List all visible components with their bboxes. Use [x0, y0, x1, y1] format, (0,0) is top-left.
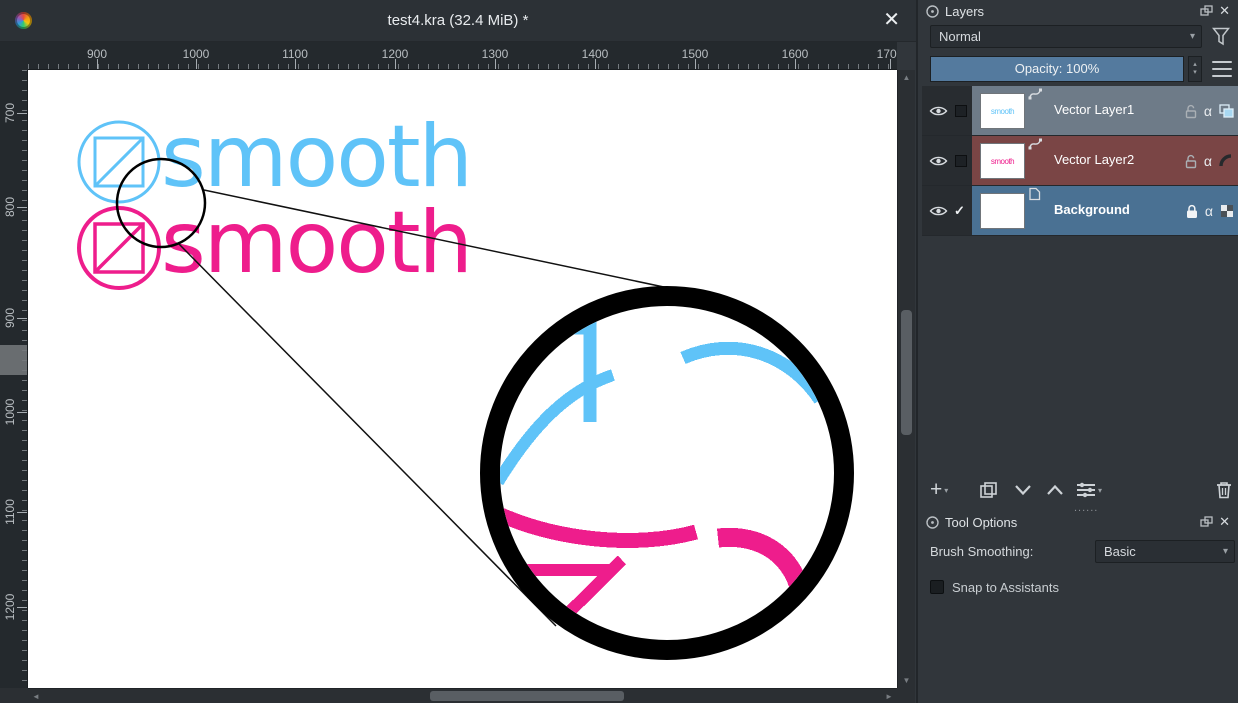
window-title: test4.kra (32.4 MiB) *: [0, 0, 916, 42]
blend-mode-value: Normal: [939, 29, 981, 44]
canvas-area[interactable]: smooth smooth: [28, 70, 897, 688]
layer-row-body[interactable]: Background α: [972, 186, 1238, 235]
vertical-ruler: 700 800 900 1000 1100 1200: [0, 70, 28, 688]
scrollbar-corner: [897, 688, 915, 703]
krita-window: test4.kra (32.4 MiB) * ✕ 900 1000 1100 1…: [0, 0, 1238, 703]
chevron-down-icon: ▾: [944, 486, 948, 495]
layers-docker-title: Layers: [945, 4, 984, 19]
layer-name: Vector Layer2: [1054, 152, 1134, 167]
alpha-lock-icon[interactable]: α: [1204, 103, 1212, 119]
layer-row-vector-layer2[interactable]: smooth Vector Layer2 α: [922, 136, 1238, 186]
move-layer-down-button[interactable]: [1014, 478, 1032, 502]
layer-selected-check-icon[interactable]: ✓: [954, 203, 965, 219]
visibility-eye-icon[interactable]: [929, 105, 948, 117]
close-docker-icon[interactable]: ✕: [1219, 3, 1230, 19]
visibility-eye-icon[interactable]: [929, 205, 948, 217]
layer-row-background[interactable]: ✓ Background α: [922, 186, 1238, 236]
onion-skin-icon[interactable]: [1219, 154, 1234, 168]
layer-list: smooth Vector Layer1 α: [922, 86, 1238, 236]
pink-smooth-text: smooth: [161, 193, 471, 293]
chevron-down-icon: ▾: [1098, 486, 1102, 495]
titlebar: test4.kra (32.4 MiB) * ✕: [0, 0, 916, 42]
opacity-slider[interactable]: Opacity: 100%: [930, 56, 1184, 82]
layer-name: Vector Layer1: [1054, 102, 1134, 117]
spin-up-icon[interactable]: ▴: [1193, 61, 1197, 69]
layer-thumbnail: smooth: [980, 143, 1025, 179]
unlocked-icon[interactable]: [1185, 154, 1197, 169]
add-layer-button[interactable]: + ▾: [930, 478, 948, 502]
canvas-horizontal-scrollbar[interactable]: ◄ ►: [28, 688, 897, 703]
blue-vector-shapes: smooth: [79, 107, 471, 207]
scroll-up-icon[interactable]: ▲: [898, 73, 915, 82]
scrollbar-corner: [0, 688, 28, 703]
layer-left-cell: [922, 86, 972, 135]
scroll-right-icon[interactable]: ►: [883, 692, 895, 701]
layer-left-cell: ✓: [922, 186, 972, 235]
layer-options-menu-icon[interactable]: [1212, 61, 1232, 77]
close-docker-icon[interactable]: ✕: [1219, 514, 1230, 530]
horizontal-ruler: 900 1000 1100 1200 1300 1400 1500 1600 1…: [28, 42, 897, 70]
layer-filter-funnel-icon[interactable]: [1212, 27, 1230, 47]
brush-smoothing-combobox[interactable]: Basic ▾: [1095, 540, 1235, 563]
move-layer-up-button[interactable]: [1046, 478, 1064, 502]
layer-select-checkbox[interactable]: [955, 155, 967, 167]
layer-row-body[interactable]: smooth Vector Layer1 α: [972, 86, 1238, 135]
layer-thumbnail: [980, 193, 1025, 229]
docker-lock-icon: [926, 516, 939, 529]
docker-lock-icon: [926, 5, 939, 18]
magnifier-ring: [490, 296, 844, 650]
ruler-corner: [0, 42, 28, 70]
vector-layer-badge-icon: [1028, 137, 1042, 151]
float-docker-icon[interactable]: [1200, 5, 1213, 17]
vector-layer-badge-icon: [1028, 87, 1042, 101]
spin-down-icon[interactable]: ▾: [1193, 69, 1197, 77]
layer-buttons-bar: + ▾ ▾: [918, 478, 1238, 504]
visibility-eye-icon[interactable]: [929, 155, 948, 167]
ruler-minor-ticks: [22, 70, 27, 688]
alpha-lock-icon[interactable]: α: [1205, 203, 1213, 219]
tool-options-docker-header: Tool Options ✕: [918, 511, 1238, 533]
layer-select-checkbox[interactable]: [955, 105, 967, 117]
layer-style-icon[interactable]: [1219, 104, 1234, 118]
inherit-alpha-checker-icon[interactable]: [1220, 204, 1234, 218]
layer-row-vector-layer1[interactable]: smooth Vector Layer1 α: [922, 86, 1238, 136]
right-docker: Layers ✕ Normal ▾ Opacity: 100% ▴ ▾: [916, 0, 1238, 703]
ruler-view-indicator: [0, 345, 28, 375]
chevron-down-icon: ▾: [1190, 26, 1195, 47]
layer-left-cell: [922, 136, 972, 185]
blue-smooth-text: smooth: [161, 107, 471, 207]
paint-layer-badge-icon: [1028, 187, 1041, 201]
horizontal-scroll-handle[interactable]: [430, 691, 624, 701]
snap-to-assistants-label: Snap to Assistants: [952, 580, 1059, 595]
brush-smoothing-label: Brush Smoothing:: [930, 544, 1033, 559]
ruler-minor-ticks: [28, 64, 897, 69]
brush-smoothing-value: Basic: [1104, 544, 1136, 559]
ruler-label: 1700: [868, 47, 897, 61]
canvas-artwork: smooth smooth: [28, 70, 897, 688]
layer-row-body[interactable]: smooth Vector Layer2 α: [972, 136, 1238, 185]
opacity-spinner[interactable]: ▴ ▾: [1188, 56, 1202, 82]
locked-icon[interactable]: [1186, 204, 1198, 219]
snap-to-assistants-checkbox[interactable]: [930, 580, 944, 594]
delete-layer-button[interactable]: [1216, 478, 1232, 502]
window-close-button[interactable]: ✕: [883, 8, 900, 32]
pink-vector-shapes: smooth: [79, 193, 471, 293]
canvas-vertical-scrollbar[interactable]: ▲ ▼: [897, 70, 915, 688]
chevron-down-icon: ▾: [1223, 541, 1228, 562]
float-docker-icon[interactable]: [1200, 516, 1213, 528]
opacity-value: Opacity: 100%: [1015, 61, 1100, 76]
layer-properties-button[interactable]: ▾: [1076, 478, 1102, 502]
layers-docker-header: Layers ✕: [918, 0, 1238, 22]
scroll-left-icon[interactable]: ◄: [30, 692, 42, 701]
tool-options-docker-title: Tool Options: [945, 515, 1017, 530]
blend-mode-combobox[interactable]: Normal ▾: [930, 25, 1202, 48]
vertical-scroll-handle[interactable]: [901, 310, 912, 435]
layer-name: Background: [1054, 202, 1130, 217]
layer-thumbnail: smooth: [980, 93, 1025, 129]
scroll-down-icon[interactable]: ▼: [898, 676, 915, 685]
alpha-lock-icon[interactable]: α: [1204, 153, 1212, 169]
unlocked-icon[interactable]: [1185, 104, 1197, 119]
duplicate-layer-button[interactable]: [980, 478, 997, 502]
